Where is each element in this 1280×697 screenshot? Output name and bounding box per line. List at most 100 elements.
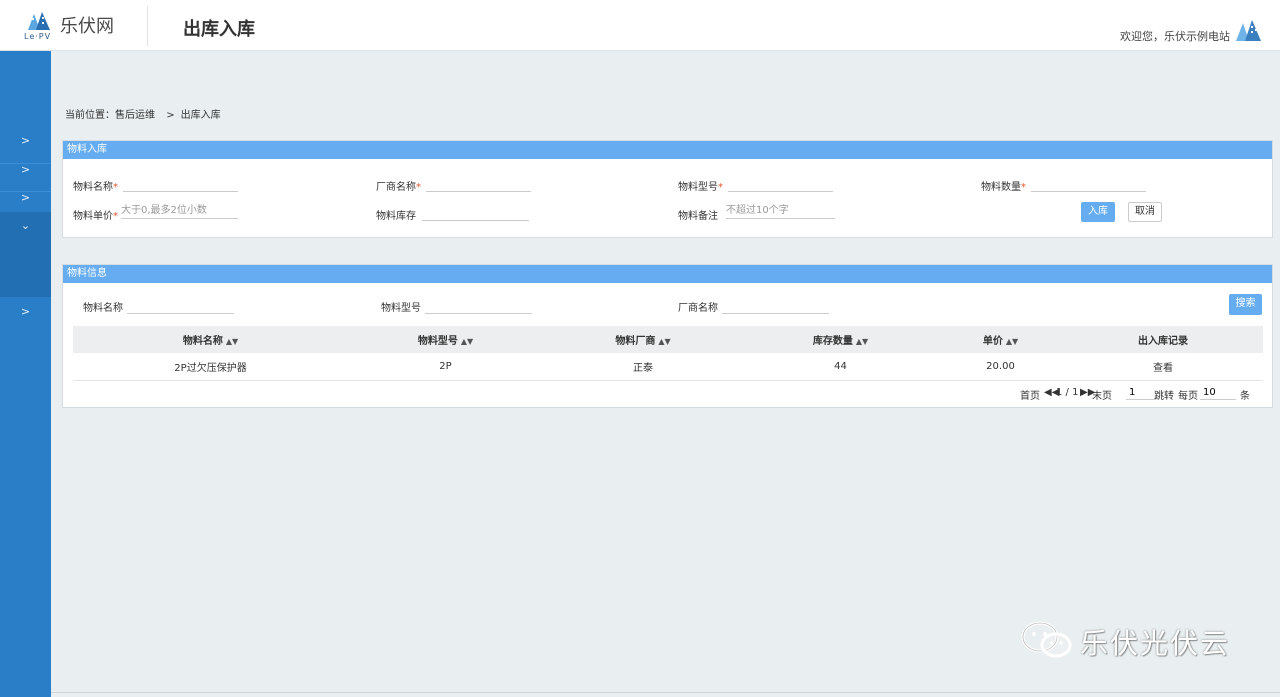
stock-field: 物料库存 [376, 205, 529, 222]
chevron-right-icon: > [20, 163, 31, 176]
watermark: 乐伏光伏云 [1020, 618, 1250, 662]
cancel-button[interactable]: 取消 [1128, 202, 1162, 222]
stock-in-button[interactable]: 入库 [1081, 202, 1115, 222]
required-mark: * [416, 182, 421, 193]
table-row: 2P过欠压保护器 2P 正泰 44 20.00 查看 [73, 353, 1263, 381]
filter-name-label: 物料名称 [83, 303, 123, 314]
filter-name-field: 物料名称 [83, 298, 234, 314]
required-mark: * [718, 182, 723, 193]
required-mark: * [113, 211, 118, 222]
pager-first-link[interactable]: 首页 [1020, 387, 1040, 402]
stock-label: 物料库存 [376, 211, 416, 222]
pagination: 首页 ◀◀ 1 / 1 ▶▶ 末页 跳转 每页 条 [1012, 383, 1272, 403]
material-name-input[interactable] [123, 176, 238, 192]
sidebar-item-2[interactable]: > [0, 156, 51, 184]
pager-unit-label: 条 [1240, 391, 1250, 402]
filter-vendor-label: 厂商名称 [678, 303, 718, 314]
vendor-name-field: 厂商名称* [376, 176, 531, 193]
pager-jump-input[interactable] [1126, 385, 1156, 400]
top-header: Le·PV 乐伏网 出库入库 欢迎您，乐伏示例电站 [0, 0, 1280, 51]
watermark-text: 乐伏光伏云 [1080, 627, 1231, 660]
cell-material-vendor: 正泰 [543, 353, 743, 381]
cell-material-model: 2P [348, 353, 543, 381]
remark-input[interactable] [726, 203, 835, 219]
pager-last-link[interactable]: 末页 [1092, 387, 1112, 402]
cell-unit-price: 20.00 [938, 353, 1063, 381]
material-model-label: 物料型号 [678, 182, 718, 193]
sort-icon[interactable]: ▲▼ [856, 337, 868, 346]
logo[interactable]: Le·PV 乐伏网 [22, 8, 132, 44]
welcome-text: 欢迎您，乐伏示例电站 [1120, 30, 1230, 43]
sidebar: > > > ⌄ > [0, 51, 51, 697]
logo-text: 乐伏网 [60, 16, 114, 37]
required-mark: * [1021, 182, 1026, 193]
material-name-label: 物料名称 [73, 182, 113, 193]
sidebar-item-3[interactable]: > [0, 184, 51, 212]
material-model-field: 物料型号* [678, 176, 833, 193]
wechat-icon [1021, 621, 1072, 658]
column-header-material-model[interactable]: 物料型号 ▲▼ [348, 326, 543, 353]
search-button[interactable]: 搜索 [1229, 294, 1262, 315]
pager-per-page-label: 每页 [1178, 391, 1198, 402]
column-header-unit-price[interactable]: 单价 ▲▼ [938, 326, 1063, 353]
logo-subtitle: Le·PV [24, 32, 52, 41]
sort-icon[interactable]: ▲▼ [461, 337, 473, 346]
required-mark: * [113, 182, 118, 193]
stock-input[interactable] [422, 205, 529, 221]
stock-in-panel: 物料入库 物料名称* 厂商名称* 物料型号* 物料数量* 物料单价* 物料库存 … [62, 140, 1273, 238]
sort-icon[interactable]: ▲▼ [226, 337, 238, 346]
sort-icon[interactable]: ▲▼ [658, 337, 670, 346]
breadcrumb-current: 出库入库 [180, 110, 221, 121]
material-table: 物料名称 ▲▼ 物料型号 ▲▼ 物料厂商 ▲▼ 库存数量 ▲▼ 单价 ▲▼ 出入库记录 2… [73, 326, 1263, 381]
pager-page-info: 1 / 1 [1056, 387, 1079, 398]
column-header-material-vendor[interactable]: 物料厂商 ▲▼ [543, 326, 743, 353]
filter-vendor-input[interactable] [722, 298, 829, 314]
column-header-material-name[interactable]: 物料名称 ▲▼ [73, 326, 348, 353]
table-header-row: 物料名称 ▲▼ 物料型号 ▲▼ 物料厂商 ▲▼ 库存数量 ▲▼ 单价 ▲▼ 出入库记录 [73, 326, 1263, 353]
stock-in-panel-title: 物料入库 [63, 141, 1272, 159]
material-qty-label: 物料数量 [981, 182, 1021, 193]
filter-vendor-field: 厂商名称 [678, 298, 829, 314]
sidebar-item-1[interactable]: > [0, 127, 51, 155]
filter-model-input[interactable] [425, 298, 532, 314]
breadcrumb: 当前位置：售后运维 > 出库入库 [65, 106, 221, 121]
unit-price-input[interactable] [121, 203, 238, 219]
remark-field: 物料备注 [678, 203, 835, 222]
column-header-stock-qty[interactable]: 库存数量 ▲▼ [743, 326, 938, 353]
filter-model-label: 物料型号 [381, 303, 421, 314]
header-divider [147, 6, 148, 46]
logo-building-icon [28, 12, 50, 30]
vendor-name-input[interactable] [426, 176, 531, 192]
cell-material-name: 2P过欠压保护器 [73, 353, 348, 381]
page-title: 出库入库 [183, 19, 255, 40]
pager-jump-button[interactable]: 跳转 [1154, 387, 1174, 402]
sidebar-item-4[interactable]: ⌄ [0, 212, 51, 240]
breadcrumb-separator: > [166, 110, 175, 121]
material-info-panel-title: 物料信息 [63, 265, 1272, 283]
unit-price-label: 物料单价 [73, 211, 113, 222]
filter-model-field: 物料型号 [381, 298, 532, 314]
breadcrumb-label: 当前位置： [65, 110, 115, 121]
cell-stock-qty: 44 [743, 353, 938, 381]
chevron-right-icon: > [20, 191, 31, 204]
filter-name-input[interactable] [127, 298, 234, 314]
chevron-down-icon: ⌄ [20, 219, 31, 232]
footer-divider [51, 692, 1280, 693]
material-name-field: 物料名称* [73, 176, 238, 193]
chevron-right-icon: > [20, 305, 31, 318]
breadcrumb-parent[interactable]: 售后运维 [115, 110, 155, 121]
remark-label: 物料备注 [678, 211, 718, 222]
sidebar-item-5[interactable]: > [0, 298, 51, 326]
material-info-panel: 物料信息 物料名称 物料型号 厂商名称 搜索 物料名称 ▲▼ 物料型号 ▲▼ 物料厂… [62, 264, 1273, 408]
pager-per-page-input[interactable] [1200, 385, 1236, 400]
vendor-name-label: 厂商名称 [376, 182, 416, 193]
material-qty-input[interactable] [1031, 176, 1146, 192]
user-avatar-icon[interactable] [1234, 17, 1264, 43]
material-model-input[interactable] [728, 176, 833, 192]
chevron-right-icon: > [20, 134, 31, 147]
material-qty-field: 物料数量* [981, 176, 1146, 193]
sort-icon[interactable]: ▲▼ [1006, 337, 1018, 346]
unit-price-field: 物料单价* [73, 203, 238, 222]
view-record-link[interactable]: 查看 [1063, 353, 1263, 381]
column-header-records: 出入库记录 [1063, 326, 1263, 353]
